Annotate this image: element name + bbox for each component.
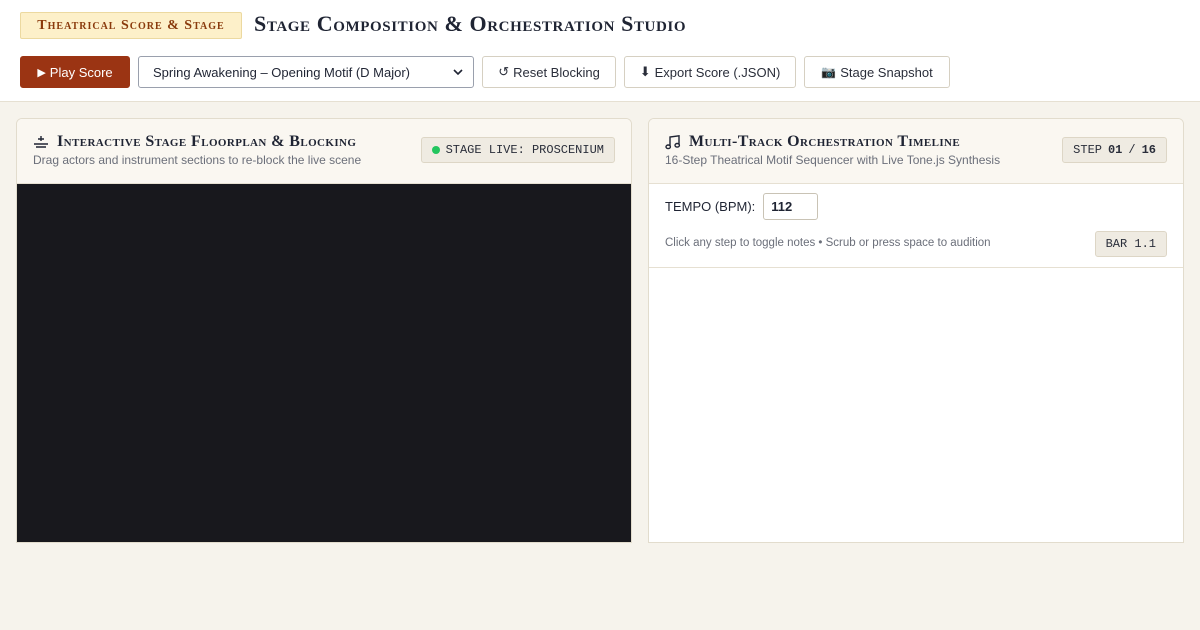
step-label: STEP	[1073, 143, 1102, 157]
reset-blocking-label: Reset Blocking	[513, 64, 600, 80]
stage-snapshot-label: Stage Snapshot	[840, 64, 933, 80]
live-status-icon	[431, 146, 440, 154]
step-current: 01	[1107, 143, 1123, 157]
app-title: Stage Composition & Orchestration Studio	[254, 11, 687, 36]
download-icon: ⬇	[639, 64, 651, 79]
brand-badge: Theatrical Score & Stage	[20, 12, 242, 39]
stage-panel-title-text: Interactive Stage Floorplan & Blocking	[57, 133, 357, 150]
stage-panel-subtitle: Drag actors and instrument sections to r…	[33, 153, 362, 167]
reset-blocking-button[interactable]: ↺ Reset Blocking	[482, 56, 616, 88]
play-score-label: Play Score	[49, 64, 113, 80]
reset-icon: ↺	[498, 64, 510, 79]
music-note-icon	[665, 134, 681, 149]
timeline-panel-header: Multi-Track Orchestration Timeline 16-St…	[649, 119, 1183, 184]
play-icon: ▶	[37, 66, 46, 79]
stage-panel-title: Interactive Stage Floorplan & Blocking	[33, 131, 356, 153]
timeline-panel-title: Multi-Track Orchestration Timeline	[665, 131, 960, 153]
stage-panel: Interactive Stage Floorplan & Blocking D…	[16, 118, 632, 543]
sequencer-grid[interactable]	[649, 268, 1183, 542]
step-separator: /	[1128, 143, 1136, 157]
timeline-panel-title-text: Multi-Track Orchestration Timeline	[689, 133, 961, 150]
stage-panel-header: Interactive Stage Floorplan & Blocking D…	[17, 119, 631, 184]
play-score-button[interactable]: ▶ Play Score	[20, 56, 130, 88]
bar-position-badge: BAR 1.1	[1094, 231, 1167, 257]
export-score-label: Export Score (.JSON)	[654, 64, 781, 80]
timeline-panel: Multi-Track Orchestration Timeline 16-St…	[648, 118, 1184, 543]
step-counter-badge: STEP 01 / 16	[1062, 137, 1167, 163]
timeline-hint: Click any step to toggle notes • Scrub o…	[665, 237, 991, 249]
tempo-input[interactable]: 112	[763, 192, 819, 220]
camera-icon: 📷	[821, 65, 837, 79]
stage-floorplan-canvas[interactable]	[17, 184, 631, 542]
export-score-button[interactable]: ⬇ Export Score (.JSON)	[624, 56, 796, 88]
score-select[interactable]: Spring Awakening – Opening Motif (D Majo…	[138, 56, 474, 88]
step-total: 16	[1141, 143, 1156, 157]
stage-icon	[34, 136, 48, 148]
stage-snapshot-button[interactable]: 📷 Stage Snapshot	[804, 56, 950, 88]
timeline-panel-subtitle: 16-Step Theatrical Motif Sequencer with …	[665, 153, 1001, 167]
stage-status-text: STAGE LIVE: PROSCENIUM	[445, 143, 604, 157]
chevron-down-icon	[453, 69, 463, 75]
score-select-value: Spring Awakening – Opening Motif (D Majo…	[153, 64, 410, 80]
stage-status-badge: STAGE LIVE: PROSCENIUM	[420, 137, 615, 163]
tempo-row: TEMPO (BPM): 112	[665, 192, 819, 220]
tempo-label: TEMPO (BPM):	[665, 198, 756, 214]
top-bar: Theatrical Score & Stage Stage Compositi…	[0, 0, 1200, 102]
